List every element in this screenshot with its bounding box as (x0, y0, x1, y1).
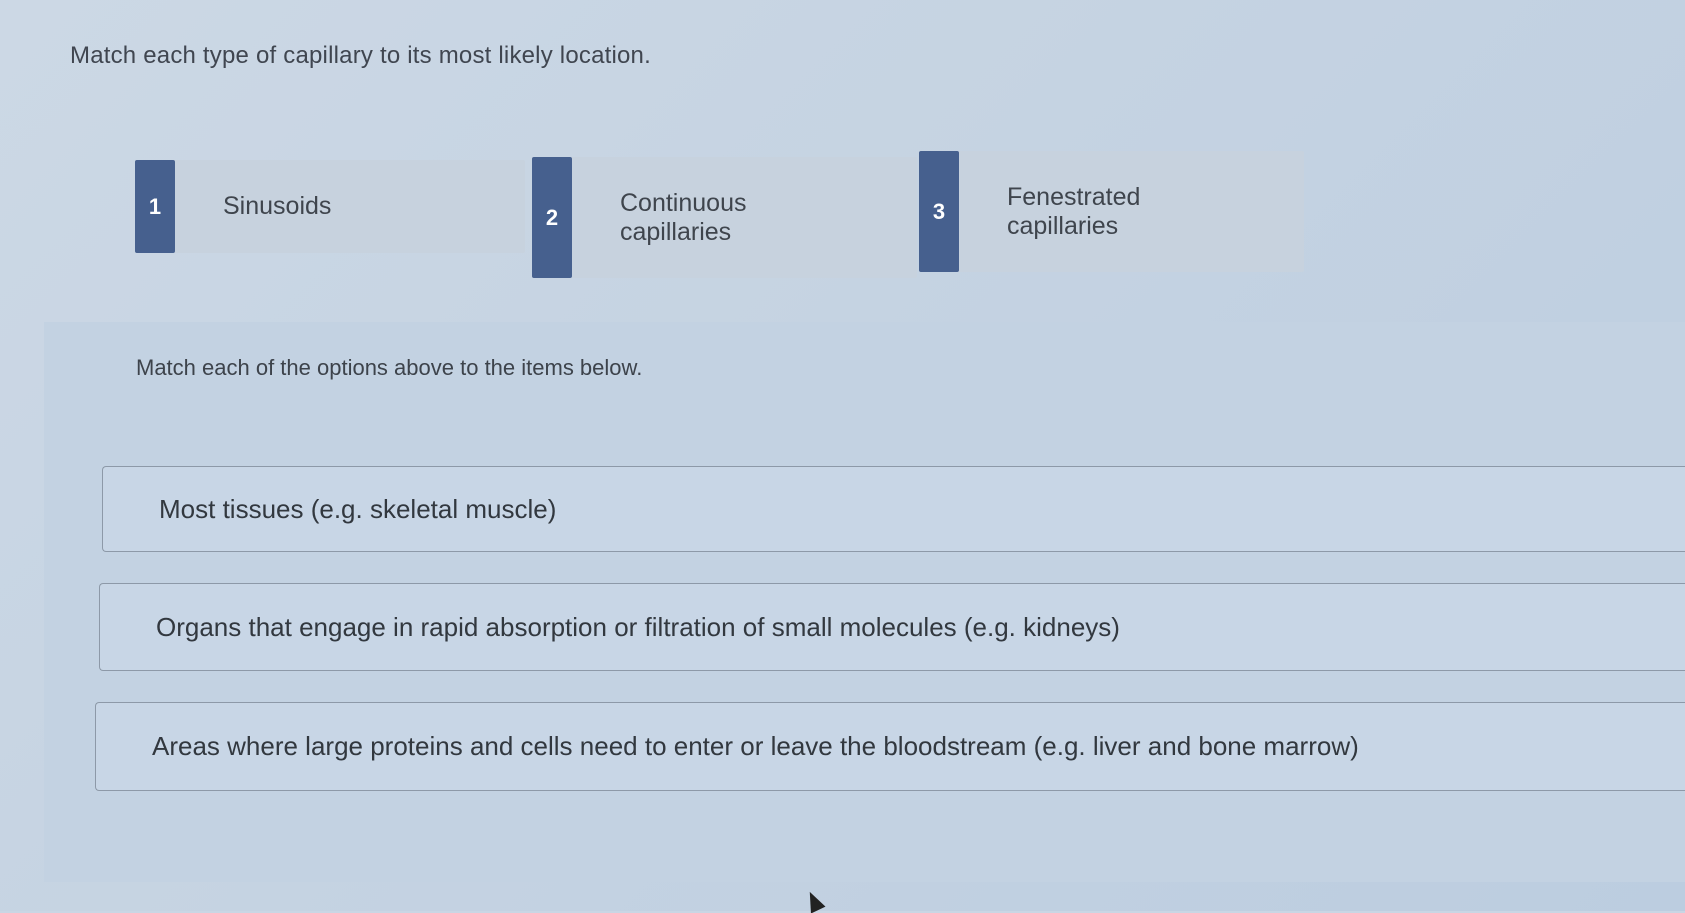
option-card-continuous-capillaries[interactable]: 2 Continuous capillaries (532, 157, 917, 278)
option-card-sinusoids[interactable]: 1 Sinusoids (135, 160, 525, 253)
option-number-badge: 3 (919, 151, 959, 272)
option-label: Sinusoids (223, 192, 332, 220)
match-instruction: Match each of the options above to the i… (136, 355, 643, 380)
option-label: Continuous capillaries (620, 188, 747, 246)
drop-target-large-proteins-areas[interactable]: Areas where large proteins and cells nee… (95, 702, 1685, 791)
drop-target-label: Organs that engage in rapid absorption o… (156, 611, 1120, 642)
drop-target-rapid-absorption-organs[interactable]: Organs that engage in rapid absorption o… (99, 583, 1685, 671)
drop-target-label: Most tissues (e.g. skeletal muscle) (159, 493, 557, 524)
drop-target-label: Areas where large proteins and cells nee… (152, 731, 1359, 761)
question-prompt: Match each type of capillary to its most… (70, 42, 651, 69)
option-label: Fenestrated capillaries (1007, 182, 1141, 240)
option-number-badge: 1 (135, 160, 175, 253)
option-number-badge: 2 (532, 157, 572, 278)
drop-target-most-tissues[interactable]: Most tissues (e.g. skeletal muscle) (102, 466, 1685, 552)
option-card-fenestrated-capillaries[interactable]: 3 Fenestrated capillaries (919, 151, 1304, 272)
